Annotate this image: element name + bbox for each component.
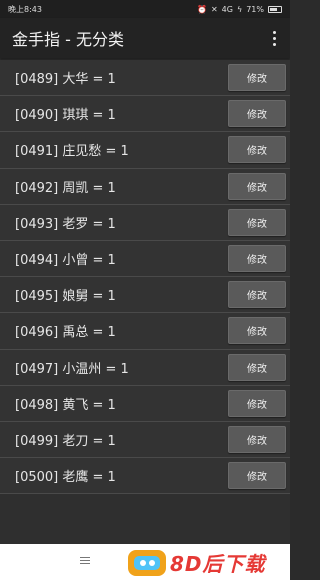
battery-icon — [268, 5, 282, 13]
alarm-icon: ⏰ — [196, 4, 207, 14]
list-item: [0490] 琪琪 = 1 修改 — [0, 96, 290, 133]
app-bar: 金手指 - 无分类 — [0, 18, 290, 58]
item-label: [0490] 琪琪 = 1 — [15, 108, 116, 124]
list-item: [0500] 老鹰 = 1 修改 — [0, 458, 290, 495]
edit-button[interactable]: 修改 — [228, 172, 286, 200]
list-item: [0494] 小曾 = 1 修改 — [0, 240, 290, 278]
list-item: [0498] 黄飞 = 1 修改 — [0, 385, 290, 422]
watermark-logo: 8D后下载 — [128, 548, 266, 577]
item-label: [0497] 小温州 = 1 — [15, 361, 129, 377]
edit-button[interactable]: 修改 — [228, 425, 286, 453]
list-item: [0491] 庄见愁 = 1 修改 — [0, 132, 290, 169]
overflow-menu-icon[interactable] — [268, 28, 280, 48]
edit-button[interactable]: 修改 — [228, 353, 286, 381]
edit-button[interactable]: 修改 — [228, 281, 286, 309]
list-item: [0493] 老罗 = 1 修改 — [0, 204, 290, 241]
bottom-bar: 8D后下载 — [0, 544, 290, 580]
item-label: [0489] 大华 = 1 — [15, 72, 116, 88]
item-label: [0494] 小曾 = 1 — [15, 253, 116, 269]
edit-button[interactable]: 修改 — [228, 64, 286, 92]
edit-button[interactable]: 修改 — [228, 100, 286, 128]
logo-badge-icon — [128, 549, 166, 576]
item-label: [0498] 黄飞 = 1 — [15, 397, 116, 413]
cheat-list: [0489] 大华 = 1 修改 [0490] 琪琪 = 1 修改 [0491] 庄见愁… — [0, 58, 290, 495]
list-item: [0495] 娘舅 = 1 修改 — [0, 277, 290, 314]
item-label: [0499] 老刀 = 1 — [15, 433, 116, 449]
list-item: [0497] 小温州 = 1 修改 — [0, 349, 290, 386]
menu-icon[interactable] — [80, 557, 90, 564]
list-item: [0492] 周凯 = 1 修改 — [0, 168, 290, 205]
item-label: [0496] 禹总 = 1 — [15, 325, 116, 341]
screen: 晚上8:43 ⏰ ✕ 4G ϟ 71% 金手指 - 无分类 [0489] 大华 … — [0, 0, 290, 580]
edit-button[interactable]: 修改 — [228, 208, 286, 236]
status-indicators: ⏰ ✕ 4G ϟ 71% — [197, 5, 282, 14]
page-title: 金手指 - 无分类 — [12, 30, 124, 49]
edit-button[interactable]: 修改 — [228, 462, 286, 490]
edit-button[interactable]: 修改 — [228, 245, 286, 273]
item-label: [0493] 老罗 = 1 — [15, 216, 116, 232]
edit-button[interactable]: 修改 — [228, 317, 286, 345]
item-label: [0491] 庄见愁 = 1 — [15, 144, 129, 160]
list-item: [0499] 老刀 = 1 修改 — [0, 421, 290, 459]
list-item: [0496] 禹总 = 1 修改 — [0, 313, 290, 350]
edit-button[interactable]: 修改 — [228, 389, 286, 417]
battery-text: 71% — [246, 4, 264, 14]
item-label: [0492] 周凯 = 1 — [15, 180, 116, 196]
edit-button[interactable]: 修改 — [228, 136, 286, 164]
item-label: [0495] 娘舅 = 1 — [15, 289, 116, 305]
network-type: 4G — [221, 4, 233, 14]
list-item: [0489] 大华 = 1 修改 — [0, 60, 290, 97]
item-label: [0500] 老鹰 = 1 — [15, 470, 116, 486]
charging-icon: ϟ — [236, 4, 243, 14]
status-bar: 晚上8:43 ⏰ ✕ 4G ϟ 71% — [0, 0, 290, 18]
status-time: 晚上8:43 — [8, 4, 42, 14]
wifi-off-icon: ✕ — [210, 4, 218, 14]
watermark-text: 8D后下载 — [170, 552, 266, 576]
